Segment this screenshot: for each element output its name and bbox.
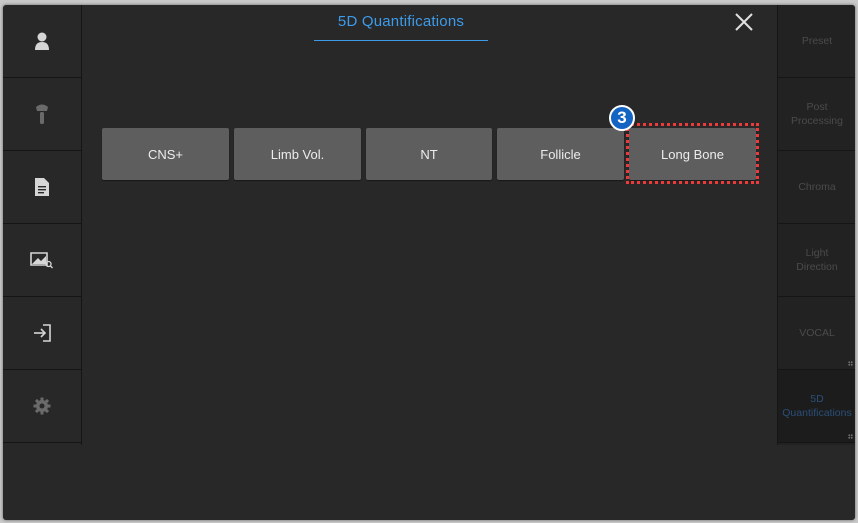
menu-item-label: Preset [801, 35, 833, 47]
menu-item-preset[interactable]: Preset [778, 5, 855, 78]
sidebar-item-report[interactable] [3, 151, 81, 224]
menu-item-label: VOCAL [799, 327, 835, 339]
step-badge: 3 [609, 105, 635, 131]
nt-button[interactable]: NT [366, 128, 492, 180]
close-icon [733, 13, 755, 37]
image-search-icon [30, 251, 54, 269]
menu-item-light-direction[interactable]: Light Direction [778, 224, 855, 297]
exit-icon [33, 324, 51, 342]
sidebar-item-probe[interactable] [3, 78, 81, 151]
menu-item-label: Post Processing [791, 101, 843, 127]
sidebar-item-settings[interactable] [3, 370, 81, 443]
sidebar-item-review[interactable] [3, 224, 81, 297]
cns-plus-button[interactable]: CNS+ [102, 128, 229, 180]
gear-icon [33, 397, 51, 415]
menu-item-label: 5D Quantifications [782, 393, 852, 419]
menu-item-post-processing[interactable]: Post Processing [778, 78, 855, 151]
follicle-button[interactable]: Follicle [497, 128, 624, 180]
right-menu: Preset Post Processing Chroma Light Dire… [777, 5, 855, 445]
menu-item-chroma[interactable]: Chroma [778, 151, 855, 224]
person-icon [33, 31, 51, 51]
grip-icon [848, 434, 853, 439]
close-button[interactable] [733, 11, 757, 35]
sidebar-item-patient[interactable] [3, 5, 81, 78]
left-sidebar [3, 5, 82, 445]
menu-item-label: Light Direction [796, 247, 838, 273]
probe-icon [35, 103, 49, 125]
title-underline [314, 40, 488, 41]
menu-item-5d-quantifications[interactable]: 5D Quantifications [778, 370, 855, 443]
document-icon [35, 178, 49, 196]
grip-icon [848, 361, 853, 366]
menu-item-vocal[interactable]: VOCAL [778, 297, 855, 370]
dialog-title: 5D Quantifications [337, 13, 465, 30]
menu-item-label: Chroma [798, 181, 836, 193]
limb-vol-button[interactable]: Limb Vol. [234, 128, 361, 180]
sidebar-item-exit[interactable] [3, 297, 81, 370]
highlight-box [626, 123, 759, 184]
ultrasound-screen: 5D Quantifications CNS+ Limb Vol. NT Fol… [3, 5, 855, 520]
